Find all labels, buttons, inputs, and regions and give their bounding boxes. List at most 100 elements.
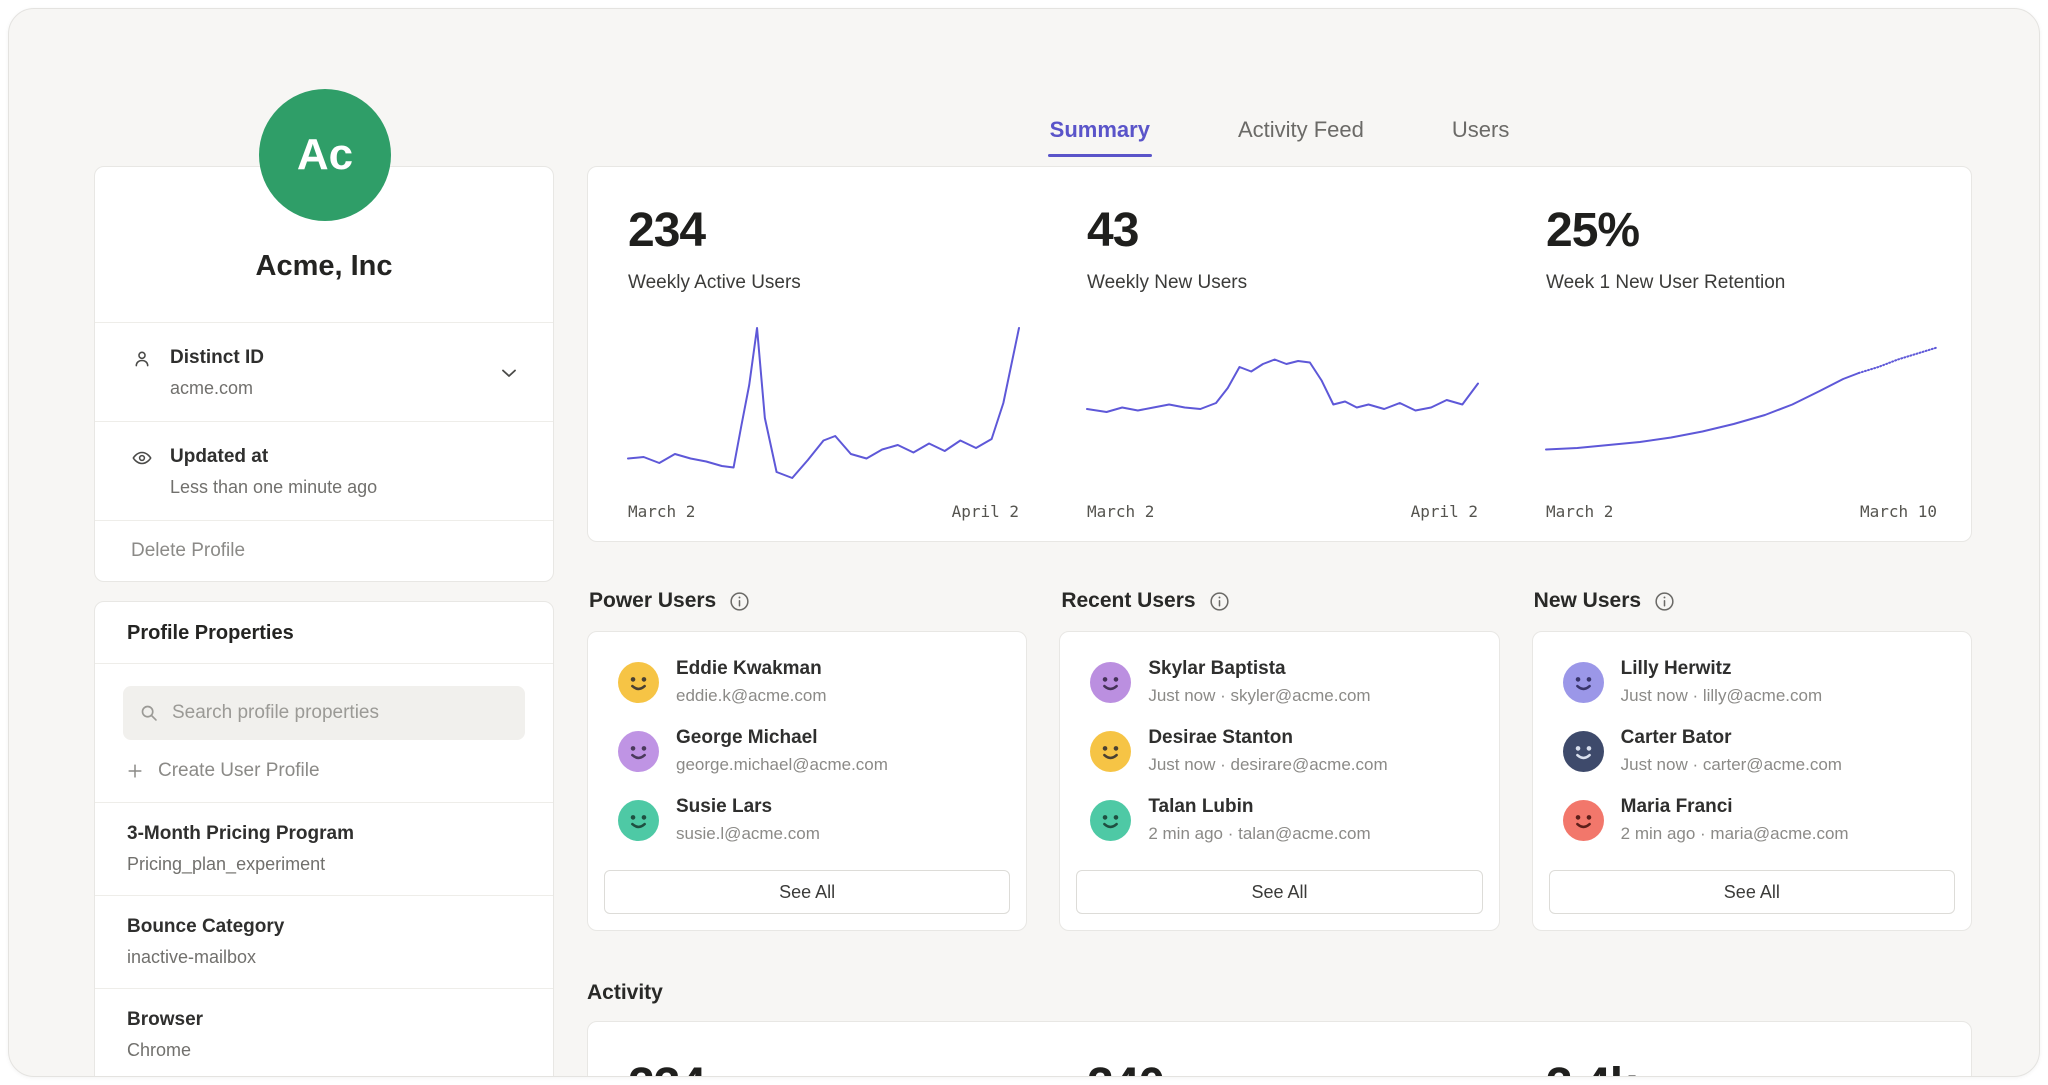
user-name: Susie Lars xyxy=(676,796,820,818)
property-name: Browser xyxy=(127,1009,521,1031)
user-list-item[interactable]: Carter Bator Just now · carter@acme.com xyxy=(1563,727,1941,775)
updated-at-row: Updated at Less than one minute ago xyxy=(95,421,553,520)
search-input[interactable] xyxy=(172,702,510,724)
user-list-item[interactable]: Susie Lars susie.l@acme.com xyxy=(618,796,996,844)
metric-label: Week 1 New User Retention xyxy=(1546,272,1937,294)
profile-properties-search[interactable] xyxy=(123,686,525,740)
profile-properties-title: Profile Properties xyxy=(95,602,553,664)
user-section-title: New Users xyxy=(1534,589,1641,613)
user-list-card: Skylar Baptista Just now · skyler@acme.c… xyxy=(1059,631,1499,931)
user-texts: Susie Lars susie.l@acme.com xyxy=(676,796,820,844)
company-profile-page: Ac Acme, Inc Distinct ID acme.com Update… xyxy=(8,8,2040,1077)
user-avatar xyxy=(618,800,659,841)
chevron-down-icon[interactable] xyxy=(497,361,521,385)
user-list-item[interactable]: Eddie Kwakman eddie.k@acme.com xyxy=(618,658,996,706)
see-all-button[interactable]: See All xyxy=(604,870,1010,914)
company-avatar: Ac xyxy=(259,89,391,221)
line-chart xyxy=(628,328,1019,478)
info-icon[interactable] xyxy=(1653,590,1676,613)
user-sections: Power Users Eddie Kwakman eddie.k@acme.c… xyxy=(587,588,1972,931)
activity-stats: 2342403.4k xyxy=(587,1021,1972,1077)
company-name: Acme, Inc xyxy=(256,250,393,283)
tab-bar: Summary Activity Feed Users xyxy=(587,117,1972,157)
main-content: Summary Activity Feed Users 234 Weekly Act… xyxy=(587,9,1972,1077)
field-value: acme.com xyxy=(170,378,264,399)
info-icon[interactable] xyxy=(1208,590,1231,613)
face-icon xyxy=(1090,800,1131,841)
x-axis: March 2 April 2 xyxy=(1087,502,1478,521)
user-meta: Just now · skyler@acme.com xyxy=(1148,686,1370,706)
user-avatar xyxy=(1563,731,1604,772)
property-value: Pricing_plan_experiment xyxy=(127,854,521,875)
user-section-header: New Users xyxy=(1532,588,1972,614)
profile-summary-card: Acme, Inc Distinct ID acme.com Updated a… xyxy=(94,166,554,582)
user-avatar xyxy=(1563,662,1604,703)
user-name: Skylar Baptista xyxy=(1148,658,1370,680)
user-name: Eddie Kwakman xyxy=(676,658,827,680)
user-list-item[interactable]: Talan Lubin 2 min ago · talan@acme.com xyxy=(1090,796,1468,844)
property-value: Chrome xyxy=(127,1040,521,1061)
user-list-item[interactable]: Lilly Herwitz Just now · lilly@acme.com xyxy=(1563,658,1941,706)
user-meta: 2 min ago · talan@acme.com xyxy=(1148,824,1370,844)
user-meta: Just now · carter@acme.com xyxy=(1621,755,1842,775)
face-icon xyxy=(1090,731,1131,772)
user-texts: George Michael george.michael@acme.com xyxy=(676,727,888,775)
user-avatar xyxy=(1090,731,1131,772)
face-icon xyxy=(1563,662,1604,703)
tab-label: Activity Feed xyxy=(1238,117,1364,142)
activity-stat-value: 240 xyxy=(1047,1058,1506,1077)
see-all-button[interactable]: See All xyxy=(1076,870,1482,914)
property-row[interactable]: Browser Chrome xyxy=(95,988,553,1077)
line-chart xyxy=(1546,328,1937,478)
user-avatar xyxy=(618,662,659,703)
user-meta: george.michael@acme.com xyxy=(676,755,888,775)
user-list-item[interactable]: Desirae Stanton Just now · desirare@acme… xyxy=(1090,727,1468,775)
user-list-item[interactable]: Skylar Baptista Just now · skyler@acme.c… xyxy=(1090,658,1468,706)
user-section-title: Recent Users xyxy=(1061,589,1195,613)
distinct-id-row[interactable]: Distinct ID acme.com xyxy=(95,322,553,421)
face-icon xyxy=(1563,800,1604,841)
tab-summary[interactable]: Summary xyxy=(1048,117,1152,157)
user-section-header: Recent Users xyxy=(1059,588,1499,614)
user-texts: Lilly Herwitz Just now · lilly@acme.com xyxy=(1621,658,1822,706)
create-user-profile-label: Create User Profile xyxy=(158,760,320,782)
user-section-title: Power Users xyxy=(589,589,716,613)
metric-column: 234 Weekly Active Users March 2 April 2 xyxy=(588,203,1047,541)
face-icon xyxy=(618,731,659,772)
property-row[interactable]: 3-Month Pricing ProgramPricing_plan_expe… xyxy=(95,802,553,895)
user-list-section: Recent Users Skylar Baptista Just now · … xyxy=(1059,588,1499,931)
user-meta: susie.l@acme.com xyxy=(676,824,820,844)
x-axis-label-start: March 2 xyxy=(1087,502,1154,521)
x-axis: March 2 April 2 xyxy=(628,502,1019,521)
create-user-profile-button[interactable]: Create User Profile xyxy=(125,760,523,782)
user-avatar xyxy=(1090,662,1131,703)
see-all-button[interactable]: See All xyxy=(1549,870,1955,914)
user-avatar xyxy=(1090,800,1131,841)
user-list-card: Lilly Herwitz Just now · lilly@acme.com … xyxy=(1532,631,1972,931)
delete-profile-button[interactable]: Delete Profile xyxy=(95,520,553,581)
info-icon[interactable] xyxy=(728,590,751,613)
user-list-item[interactable]: Maria Franci 2 min ago · maria@acme.com xyxy=(1563,796,1941,844)
user-list-item[interactable]: George Michael george.michael@acme.com xyxy=(618,727,996,775)
user-name: Talan Lubin xyxy=(1148,796,1370,818)
property-value: inactive-mailbox xyxy=(127,947,521,968)
user-section-header: Power Users xyxy=(587,588,1027,614)
x-axis-label-end: April 2 xyxy=(1411,502,1478,521)
line-chart xyxy=(1087,328,1478,478)
user-avatar xyxy=(618,731,659,772)
person-icon xyxy=(131,348,153,370)
user-avatar xyxy=(1563,800,1604,841)
user-name: George Michael xyxy=(676,727,888,749)
user-meta: eddie.k@acme.com xyxy=(676,686,827,706)
face-icon xyxy=(1090,662,1131,703)
face-icon xyxy=(618,662,659,703)
user-texts: Talan Lubin 2 min ago · talan@acme.com xyxy=(1148,796,1370,844)
face-icon xyxy=(618,800,659,841)
property-row[interactable]: Bounce Categoryinactive-mailbox xyxy=(95,895,553,988)
metric-label: Weekly New Users xyxy=(1087,272,1478,294)
tab-users[interactable]: Users xyxy=(1450,117,1511,157)
metric-value: 43 xyxy=(1087,203,1478,258)
x-axis-label-start: March 2 xyxy=(1546,502,1613,521)
field-label: Distinct ID xyxy=(170,347,264,369)
tab-activity-feed[interactable]: Activity Feed xyxy=(1236,117,1366,157)
